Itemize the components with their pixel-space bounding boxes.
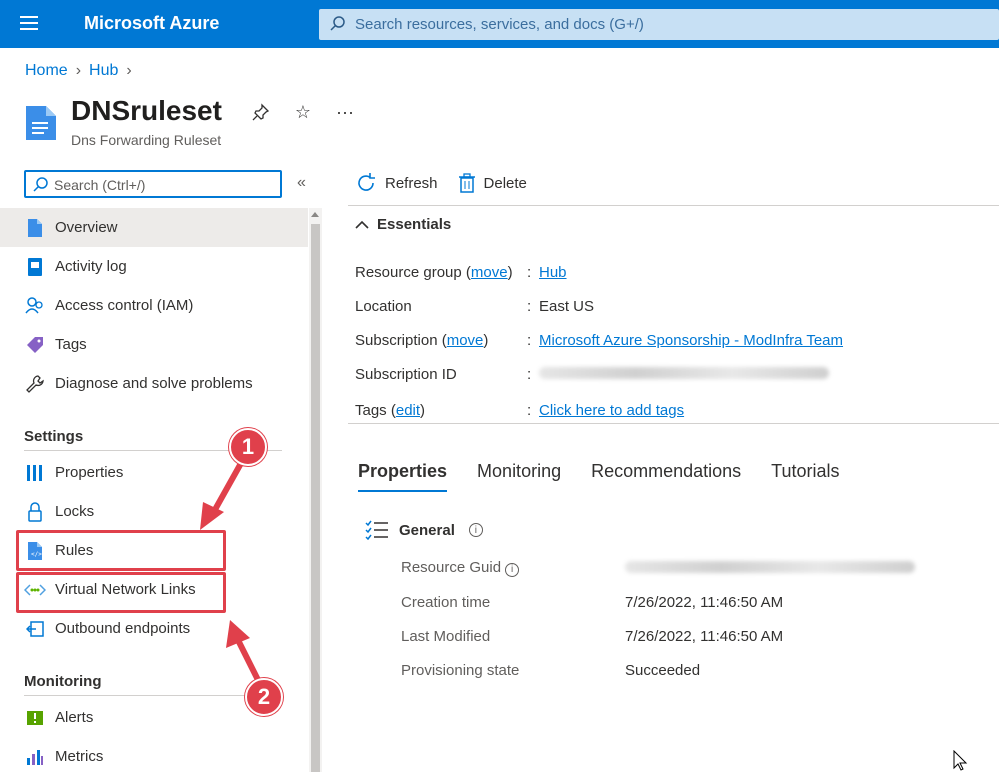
callout-badge-1: 1 [229, 428, 267, 466]
callout-badge-2: 2 [245, 678, 283, 716]
annotation-arrows [200, 462, 261, 683]
mouse-cursor-icon [953, 750, 968, 771]
